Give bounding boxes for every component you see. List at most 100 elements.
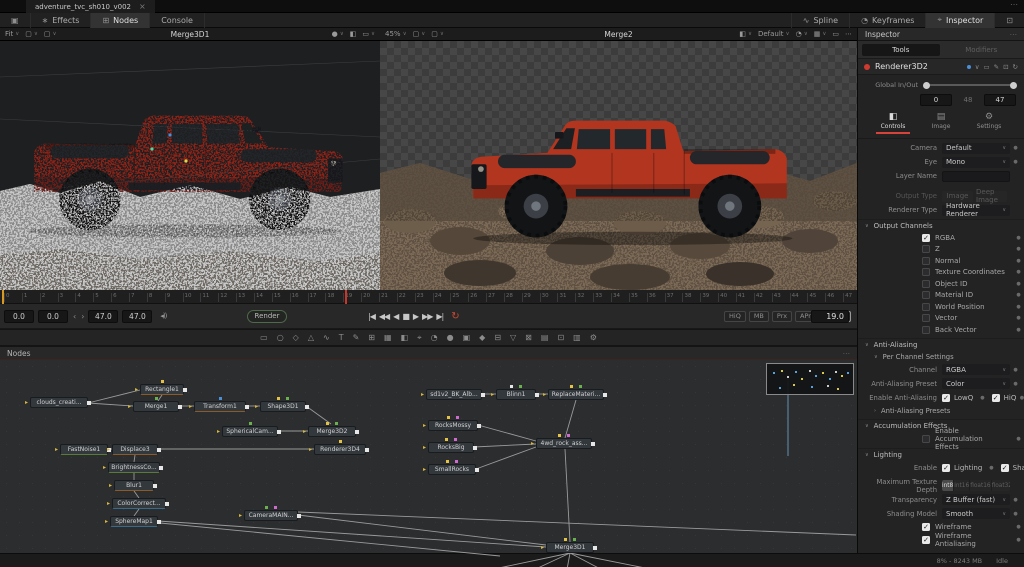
texture-depth-int8[interactable]: int8 (942, 480, 954, 491)
tabbar-menu-icon[interactable]: ⋯ (1010, 0, 1018, 9)
node-input-port[interactable]: ▸ (105, 518, 108, 526)
node-renderer3d4[interactable]: Renderer3D4▸ (314, 444, 366, 455)
node-input-port[interactable]: ▸ (103, 464, 106, 472)
lock-icon[interactable]: ⊡ (1003, 63, 1008, 71)
node-smallrocks[interactable]: SmallRocks▸ (428, 464, 476, 475)
image-plane-icon[interactable]: ▣ (463, 333, 471, 342)
left-viewport-snapshot-dropdown[interactable]: ▭∨ (362, 30, 375, 38)
node-input-port[interactable]: ▸ (55, 446, 58, 454)
global-out-field[interactable]: 47 (984, 94, 1016, 106)
section-output-channels[interactable]: ∨ Output Channels (858, 219, 1024, 232)
node-merge1[interactable]: Merge1▸ (133, 401, 179, 412)
close-tab-icon[interactable]: × (139, 2, 146, 11)
spline-tool-icon[interactable]: ∿ (323, 333, 330, 342)
go-to-start-button[interactable]: |◀ (368, 312, 375, 321)
checkbox-z[interactable] (922, 245, 930, 253)
param-anim-dot[interactable]: ● (1013, 281, 1024, 287)
param-anim-dot[interactable]: ● (1010, 381, 1021, 387)
left-viewport-options-dropdown[interactable]: ▢∨ (44, 30, 57, 38)
param-anim-dot[interactable]: ● (1010, 159, 1021, 165)
background-tool-icon[interactable]: ▦ (384, 333, 392, 342)
keyer-tool-icon[interactable]: ▥ (573, 333, 581, 342)
param-anim-dot[interactable]: ● (1013, 292, 1024, 298)
param-anim-dot[interactable]: ● (1013, 269, 1024, 275)
stop-button[interactable]: ■ (402, 312, 409, 321)
param-anim-dot[interactable]: ● (1013, 436, 1024, 442)
section-anti-aliasing[interactable]: ∨ Anti-Aliasing (858, 338, 1024, 351)
layout-toggle-button[interactable]: ▣ (0, 13, 31, 28)
node-4wd-rock-ass[interactable]: 4wd_rock_ass...▸ (536, 438, 592, 449)
merge3d-icon[interactable]: ⊠ (525, 333, 532, 342)
tab-tools[interactable]: Tools (862, 44, 940, 56)
checkbox-enable-accumulation-effects[interactable] (922, 435, 930, 443)
checkbox-rgba[interactable]: ✓ (922, 234, 930, 242)
left-viewport-color-dropdown[interactable]: ●∨ (332, 30, 344, 38)
reset-icon[interactable]: ↻ (1013, 63, 1018, 71)
render-range-start-marker[interactable] (2, 290, 4, 304)
node-cameramain[interactable]: CameraMAIN...▸ (244, 510, 298, 521)
node-blinn1[interactable]: Blinn1▸ (496, 389, 536, 400)
node-output-port[interactable] (473, 446, 477, 450)
node-input-port[interactable]: ▸ (303, 428, 306, 436)
spline-button[interactable]: ∿Spline (791, 13, 849, 28)
node-output-port[interactable] (157, 520, 161, 524)
loop-playback-button[interactable]: ↻ (451, 311, 459, 322)
node-output-port[interactable] (535, 393, 539, 397)
checkbox-world-position[interactable] (922, 303, 930, 311)
param-anim-dot[interactable]: ● (1010, 511, 1021, 517)
quality-chip-hiq[interactable]: HiQ (724, 311, 746, 322)
node-input-port[interactable]: ▸ (239, 512, 242, 520)
fast-forward-button[interactable]: ▶▶ (422, 312, 432, 321)
left-viewport-view-dropdown[interactable]: ▢∨ (25, 30, 38, 38)
right-viewport-menu-icon[interactable]: ⋯ (845, 30, 852, 38)
node-shape3d1[interactable]: Shape3D1▸ (260, 401, 306, 412)
layer-name-input[interactable] (942, 171, 1010, 182)
param-anim-dot[interactable]: ● (1013, 246, 1024, 252)
time-ruler[interactable]: 0123456789101112131415161718192021222324… (0, 290, 857, 304)
effects-button[interactable]: ∗Effects (31, 13, 92, 28)
renderer-type-dropdown[interactable]: Hardware Renderer∨ (942, 205, 1010, 216)
checkbox-lowq[interactable]: ✓ (942, 394, 950, 402)
right-viewport-roi-button[interactable]: ▭ (832, 30, 839, 38)
param-anim-dot[interactable]: ● (1013, 327, 1024, 333)
node-colorcorrect[interactable]: ColorCorrect...▸ (112, 498, 166, 509)
subsection-aa-presets[interactable]: › Anti-Aliasing Presets (858, 405, 1024, 417)
node-spheremap1[interactable]: SphereMap1▸ (110, 516, 158, 527)
right-viewport-view-dropdown[interactable]: ▢∨ (413, 30, 426, 38)
param-anim-dot[interactable]: ● (1010, 145, 1021, 151)
inspector-button[interactable]: ⌖Inspector (925, 13, 994, 28)
nodes-button[interactable]: ⊞Nodes (91, 13, 150, 28)
node-clouds-creati[interactable]: clouds_creati...▸ (30, 397, 88, 408)
tracker-tool-icon[interactable]: ⊡ (557, 333, 564, 342)
node-output-port[interactable] (603, 393, 607, 397)
left-viewport-split-button[interactable]: ◧ (350, 30, 357, 38)
node-input-port[interactable]: ▸ (423, 422, 426, 430)
ellipse-mask-icon[interactable]: ○ (277, 333, 284, 342)
comp-start-field[interactable]: 0.0 (4, 310, 34, 323)
chevron-down-icon[interactable]: ∨ (975, 63, 980, 71)
global-range-slider[interactable] (924, 84, 1016, 86)
checkbox-shadows[interactable]: ✓ (1001, 464, 1009, 472)
copy-icon[interactable]: ▭ (983, 63, 989, 71)
node-input-port[interactable]: ▸ (491, 391, 494, 399)
param-anim-dot[interactable]: ● (1013, 235, 1024, 241)
node-output-port[interactable] (277, 430, 281, 434)
node-output-port[interactable] (355, 430, 359, 434)
step-forward-icon[interactable]: › (81, 312, 84, 321)
camera-dropdown[interactable]: Default∨ (942, 143, 1010, 154)
go-to-end-button[interactable]: ▶| (436, 312, 443, 321)
node-output-port[interactable] (365, 448, 369, 452)
right-viewport-scale-dropdown[interactable]: 45%∨ (385, 30, 407, 38)
camera3d-icon[interactable]: ⊟ (494, 333, 501, 342)
transform-tool-icon[interactable]: ⌖ (417, 333, 422, 343)
shading-model-dropdown[interactable]: Smooth∨ (942, 508, 1010, 519)
checkbox-lighting[interactable]: ✓ (942, 464, 950, 472)
node-input-port[interactable]: ▸ (423, 444, 426, 452)
node-input-port[interactable]: ▸ (189, 403, 192, 411)
play-reverse-button[interactable]: ◀ (393, 312, 398, 321)
node-rocksbig[interactable]: RocksBig▸ (428, 442, 474, 453)
text-tool-icon[interactable]: T (339, 333, 344, 342)
step-back-icon[interactable]: ‹ (73, 312, 76, 321)
node-output-port[interactable] (178, 405, 182, 409)
paint-tool-icon[interactable]: ✎ (353, 333, 360, 342)
